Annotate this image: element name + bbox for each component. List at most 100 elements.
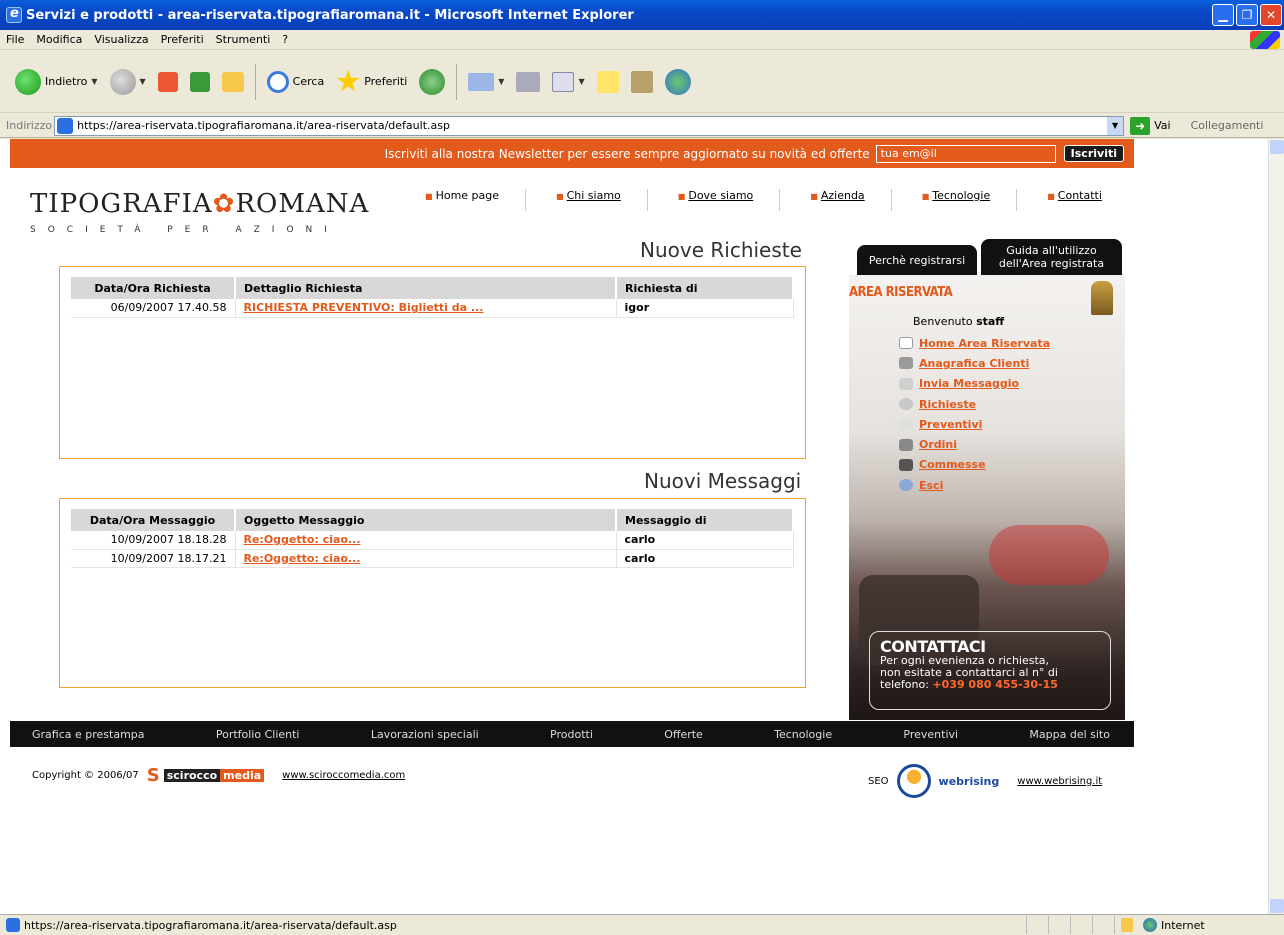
background-image: [989, 525, 1109, 585]
address-input[interactable]: https://area-riservata.tipografiaromana.…: [54, 115, 1125, 136]
nav-dove-siamo[interactable]: ■ Dove siamo: [678, 189, 781, 211]
nav-chi-siamo[interactable]: ■ Chi siamo: [556, 189, 648, 211]
cell-date: 06/09/2007 17.40.58: [71, 299, 236, 318]
nav-home[interactable]: ■ Home page: [425, 189, 527, 211]
home-button[interactable]: [219, 64, 247, 100]
person-icon: [1091, 281, 1113, 315]
go-arrow-icon: ➜: [1130, 116, 1151, 135]
messenger-button[interactable]: [662, 64, 694, 100]
stop-button[interactable]: [155, 64, 181, 100]
table-row: 10/09/2007 18.18.28 Re:Oggetto: ciao... …: [71, 531, 794, 550]
history-button[interactable]: [416, 64, 448, 100]
maximize-button[interactable]: ❐: [1236, 4, 1258, 26]
request-link[interactable]: RICHIESTA PREVENTIVO: Biglietti da ...: [244, 301, 484, 314]
back-label: Indietro: [45, 75, 88, 88]
back-button[interactable]: Indietro ▼: [12, 64, 101, 100]
column-header: Data/Ora Messaggio: [71, 509, 236, 531]
footer-link[interactable]: Prodotti: [550, 728, 593, 741]
webrising-link[interactable]: www.webrising.it: [1017, 776, 1102, 787]
tab-guida-label: Guida all'utilizzo dell'Area registrata: [999, 244, 1104, 270]
minimize-button[interactable]: ▁: [1212, 4, 1234, 26]
column-header: Oggetto Messaggio: [235, 509, 617, 531]
menu-preferiti[interactable]: Preferiti: [155, 33, 210, 46]
go-button[interactable]: ➜ Vai: [1130, 116, 1171, 135]
footer-link[interactable]: Lavorazioni speciali: [371, 728, 479, 741]
tab-perche-registrarsi[interactable]: Perchè registrarsi: [857, 245, 977, 275]
forward-button[interactable]: ▼: [107, 64, 149, 100]
menu-esci[interactable]: Esci: [919, 479, 943, 492]
scroll-down-arrow[interactable]: [1270, 899, 1284, 913]
site-logo[interactable]: TIPOGRAFIA✿ROMANA: [30, 189, 369, 219]
vertical-scrollbar[interactable]: [1268, 139, 1284, 914]
links-button[interactable]: Collegamenti: [1191, 119, 1264, 132]
menu-preventivi[interactable]: Preventivi: [919, 418, 982, 431]
stop-icon: [157, 71, 178, 92]
webrising-brand[interactable]: webrising: [939, 775, 1000, 788]
messenger-icon: [664, 68, 691, 95]
research-button[interactable]: [628, 64, 656, 100]
newsletter-subscribe-button[interactable]: Iscriviti: [1063, 145, 1124, 162]
refresh-button[interactable]: [187, 64, 213, 100]
menu-file[interactable]: File: [0, 33, 30, 46]
message-link[interactable]: Re:Oggetto: ciao...: [244, 533, 361, 546]
cell-who: carlo: [616, 531, 794, 550]
menu-help[interactable]: ?: [276, 33, 294, 46]
favorites-button[interactable]: Preferiti: [333, 64, 410, 100]
window-controls: ▁ ❐ ✕: [1212, 4, 1282, 26]
menu-home-area[interactable]: Home Area Riservata: [919, 337, 1050, 350]
scirocco-logo[interactable]: S scirocco media: [147, 765, 265, 786]
richieste-table: Data/Ora Richiesta Dettaglio Richiesta R…: [71, 277, 794, 318]
footer-link[interactable]: Grafica e prestampa: [32, 728, 145, 741]
status-bar: https://area-riservata.tipografiaromana.…: [0, 914, 1284, 935]
bullet-icon: ■: [810, 192, 818, 201]
menu-commesse[interactable]: Commesse: [919, 458, 986, 471]
menu-strumenti[interactable]: Strumenti: [210, 33, 277, 46]
menu-visualizza[interactable]: Visualizza: [88, 33, 154, 46]
column-header: Messaggio di: [616, 509, 794, 531]
message-link[interactable]: Re:Oggetto: ciao...: [244, 552, 361, 565]
scirocco-link[interactable]: www.sciroccomedia.com: [282, 770, 405, 781]
home-icon: [221, 71, 244, 92]
document-icon: [899, 418, 913, 431]
chevron-down-icon[interactable]: ▼: [1107, 116, 1124, 135]
newsletter-email-input[interactable]: [875, 144, 1056, 163]
footer-link[interactable]: Portfolio Clienti: [216, 728, 300, 741]
menu-anagrafica[interactable]: Anagrafica Clienti: [919, 357, 1029, 370]
footer-link[interactable]: Mappa del sito: [1029, 728, 1110, 741]
close-button[interactable]: ✕: [1260, 4, 1282, 26]
contact-phone-label: telefono:: [880, 678, 929, 691]
footer-link[interactable]: Preventivi: [903, 728, 958, 741]
cell-subject: Re:Oggetto: ciao...: [235, 531, 617, 550]
footer-link[interactable]: Offerte: [664, 728, 703, 741]
cell-subject: Re:Oggetto: ciao...: [235, 549, 617, 568]
discuss-button[interactable]: [594, 64, 622, 100]
globe-icon: [1143, 918, 1157, 932]
menu-modifica[interactable]: Modifica: [30, 33, 88, 46]
nav-contatti[interactable]: ■ Contatti: [1047, 189, 1102, 211]
messaggi-table: Data/Ora Messaggio Oggetto Messaggio Mes…: [71, 509, 794, 568]
menu-invia-messaggio[interactable]: Invia Messaggio: [919, 377, 1019, 390]
mail-button[interactable]: ▼: [465, 64, 507, 100]
nav-label: Azienda: [820, 189, 865, 202]
nav-azienda[interactable]: ■ Azienda: [810, 189, 892, 211]
scroll-up-arrow[interactable]: [1270, 140, 1284, 154]
note-icon: [596, 70, 619, 93]
cart-icon: [899, 438, 913, 451]
tab-guida[interactable]: Guida all'utilizzo dell'Area registrata: [981, 239, 1122, 275]
table-row: 10/09/2007 18.17.21 Re:Oggetto: ciao... …: [71, 549, 794, 568]
footer-link[interactable]: Tecnologie: [774, 728, 832, 741]
search-button[interactable]: Cerca: [264, 64, 328, 100]
contact-line3: telefono: +039 080 455-30-15: [880, 679, 1100, 691]
print-button[interactable]: [513, 64, 543, 100]
seo-label: SEO: [868, 775, 889, 787]
menu-richieste[interactable]: Richieste: [919, 398, 976, 411]
nav-tecnologie[interactable]: ■ Tecnologie: [922, 189, 1018, 211]
table-header: Data/Ora Messaggio Oggetto Messaggio Mes…: [71, 509, 794, 531]
bullet-icon: ■: [556, 192, 564, 201]
menu-ordini[interactable]: Ordini: [919, 438, 957, 451]
lock-icon: [1121, 918, 1133, 932]
page-icon: [57, 117, 74, 134]
edit-button[interactable]: ▼: [549, 64, 587, 100]
area-riservata-panel: AREA RISERVATA Benvenuto staff Home Area…: [849, 275, 1125, 720]
welcome-label: Benvenuto: [913, 315, 973, 328]
